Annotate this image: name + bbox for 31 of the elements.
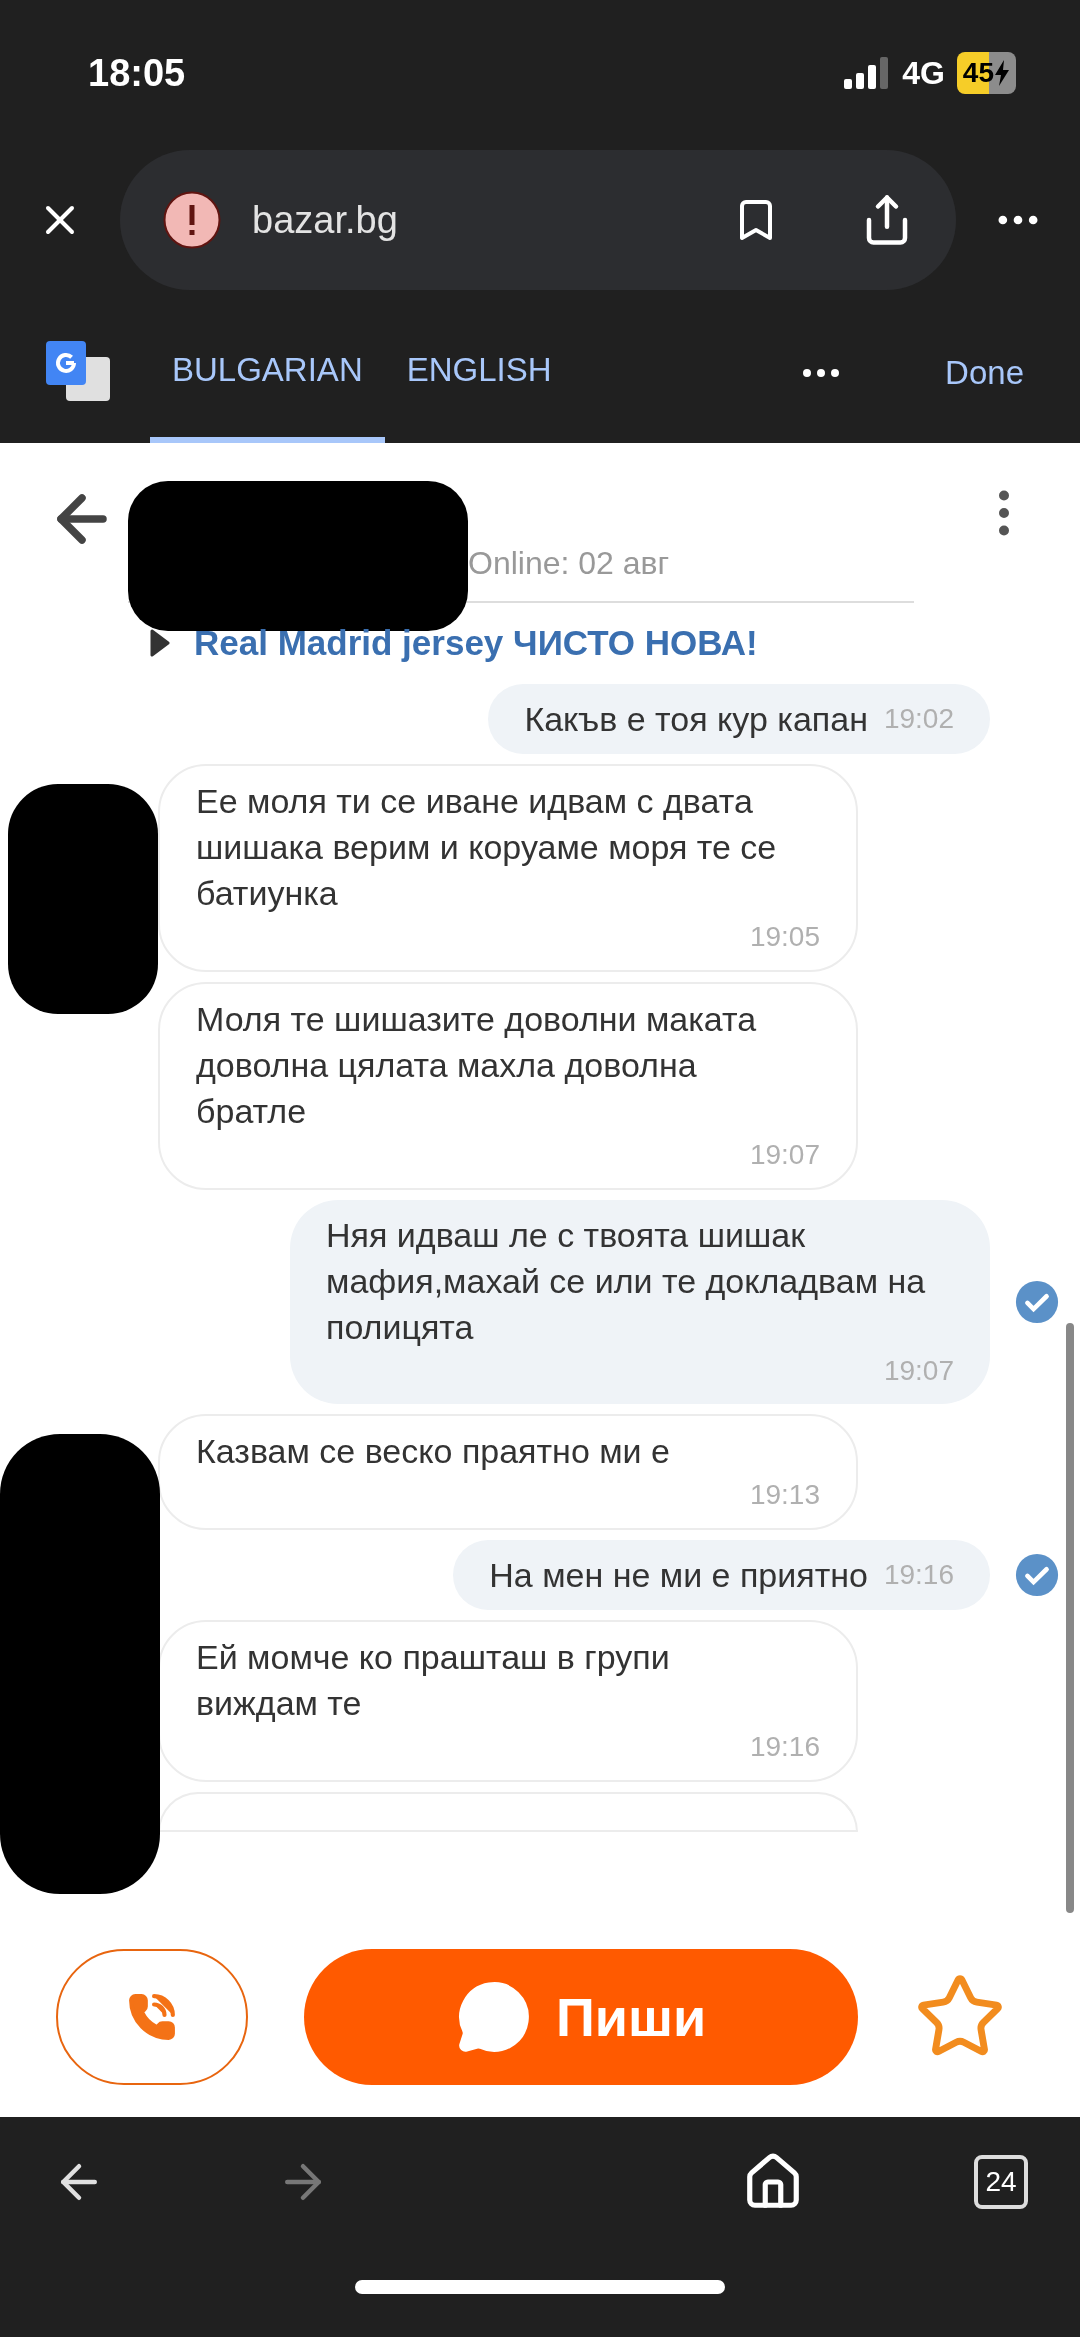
message-time: 19:07 — [749, 1137, 820, 1172]
phone-icon — [127, 1992, 177, 2042]
battery-indicator: 45 — [956, 52, 1016, 94]
message-time: 19:05 — [749, 919, 820, 954]
message-text: Ей момче ко прашташ в групи виждам те — [196, 1636, 671, 1724]
address-bar[interactable]: bazar.bg — [120, 150, 956, 290]
message-text: Няя идваш ле с твоята шишак мафия,махай се или те докладвам на полицята — [326, 1214, 926, 1348]
charging-icon — [994, 60, 1010, 86]
message-time: 19:07 — [883, 1353, 954, 1388]
call-button[interactable] — [56, 1949, 248, 2085]
url-text[interactable]: bazar.bg — [252, 191, 702, 249]
language-tab[interactable]: ENGLISH — [384, 303, 574, 443]
message-time: 19:16 — [749, 1729, 820, 1764]
listing-link[interactable]: Real Madrid jersey ЧИСТО НОВА! — [194, 617, 758, 670]
message-time: 19:16 — [883, 1558, 954, 1590]
message-text: Ее моля ти се иване идвам с двата шишака верим и коруаме моря те се батиунка — [196, 780, 778, 914]
scrollbar[interactable] — [1066, 1323, 1074, 1913]
network-label: 4G — [902, 54, 945, 93]
message-text: На мен не ми е приятно — [489, 1554, 868, 1596]
done-button[interactable]: Done — [945, 348, 1024, 398]
signal-icon — [844, 57, 891, 89]
status-time: 18:05 — [88, 50, 186, 96]
message-text: Какъв е тоя кур капан — [524, 698, 868, 740]
message-text: Моля те шишазите доволни маката доволна цялата махла доволна братле — [196, 998, 758, 1132]
message-time: 19:13 — [749, 1477, 820, 1512]
warning-icon[interactable] — [162, 190, 222, 250]
tabs-count-button[interactable]: 24 — [974, 2155, 1028, 2209]
last-seen-text: Online: 02 авг — [468, 544, 670, 583]
message-time: 19:02 — [883, 702, 954, 734]
message-text: Казвам се веско праятно ми е — [196, 1430, 671, 1472]
triangle-icon — [150, 629, 170, 658]
